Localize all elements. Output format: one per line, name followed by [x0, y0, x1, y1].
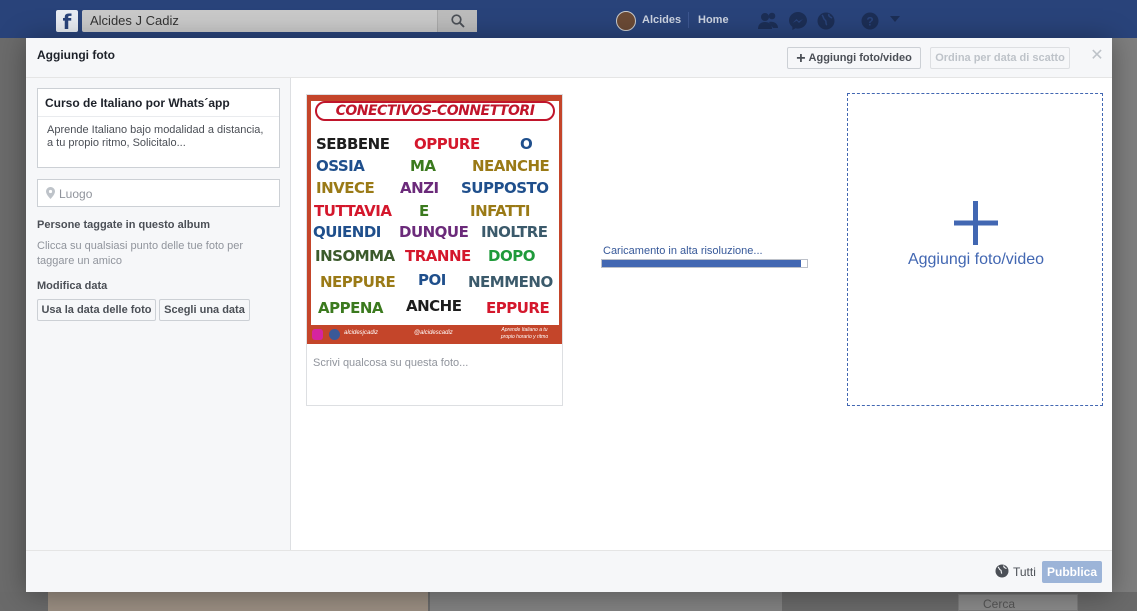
photo-word: O: [520, 135, 533, 153]
divider: [38, 116, 279, 117]
edit-date-heading: Modifica data: [37, 280, 108, 292]
album-details-panel: Curso de Italiano por Whats´app Aprende …: [26, 78, 291, 550]
globe-notifications-icon[interactable]: [816, 11, 836, 31]
photo-word: NEANCHE: [472, 157, 550, 175]
messenger-icon[interactable]: [788, 11, 808, 31]
chat-search-placeholder: Cerca: [983, 597, 1016, 611]
photo-word: MA: [410, 157, 436, 175]
photo-heading-text: CONECTIVOS-CONNETTORI: [315, 101, 555, 121]
home-link[interactable]: Home: [698, 14, 729, 26]
choose-date-button[interactable]: Scegli una data: [159, 299, 250, 321]
photo-word: APPENA: [318, 299, 384, 317]
facebook-icon: [329, 329, 340, 340]
photo-content: CONECTIVOS-CONNETTORI SEBBENE OPPURE O O…: [311, 101, 559, 325]
add-photos-dialog: Aggiungi foto + Aggiungi foto/video Ordin…: [26, 38, 1112, 592]
photo-footer-ig-handle: @alcidescadiz: [414, 330, 453, 336]
upload-progress-fill: [602, 260, 801, 267]
photo-word: INOLTRE: [481, 223, 548, 241]
publish-button[interactable]: Pubblica: [1042, 561, 1102, 583]
photo-word: DUNQUE: [399, 223, 469, 241]
add-photo-video-tile-label: Aggiungi foto/video: [907, 251, 1045, 268]
location-input[interactable]: Luogo: [37, 179, 280, 207]
photo-word: OPPURE: [414, 135, 480, 153]
globe-icon[interactable]: [995, 564, 1009, 578]
plus-icon: [954, 201, 998, 245]
instagram-icon: [312, 329, 323, 340]
help-icon[interactable]: ?: [860, 11, 880, 31]
photo-word: SUPPOSTO: [461, 179, 549, 197]
photo-word: INFATTI: [470, 202, 531, 220]
friend-requests-icon[interactable]: [757, 11, 778, 31]
dialog-footer: Tutti Pubblica: [26, 550, 1112, 592]
close-icon[interactable]: ✕: [1089, 48, 1105, 64]
photo-thumbnail[interactable]: CONECTIVOS-CONNETTORI SEBBENE OPPURE O O…: [307, 95, 562, 344]
upload-status-text: Caricamento in alta risoluzione...: [603, 245, 763, 257]
facebook-top-bar: f Alcides J Cadiz Alcides Home ?: [0, 0, 1137, 38]
photo-card[interactable]: CONECTIVOS-CONNETTORI SEBBENE OPPURE O O…: [306, 94, 563, 406]
album-info-box[interactable]: Curso de Italiano por Whats´app Aprende …: [37, 88, 280, 168]
search-bar[interactable]: Alcides J Cadiz: [82, 10, 477, 32]
dialog-header: Aggiungi foto + Aggiungi foto/video Ordin…: [26, 38, 1112, 78]
add-photo-video-tile[interactable]: Aggiungi foto/video: [847, 93, 1103, 406]
photo-word: E: [419, 202, 429, 220]
chat-search-input[interactable]: Cerca: [958, 594, 1078, 611]
profile-link[interactable]: Alcides: [642, 14, 681, 26]
photo-footer-strip: alcidesjcadiz @alcidescadiz Aprende Ital…: [307, 326, 562, 344]
photo-footer-fb-handle: alcidesjcadiz: [344, 330, 379, 336]
dialog-title: Aggiungi foto: [37, 48, 115, 62]
avatar[interactable]: [616, 11, 636, 31]
photo-word: SEBBENE: [316, 135, 390, 153]
svg-text:?: ?: [866, 15, 873, 29]
location-placeholder: Luogo: [59, 187, 93, 201]
location-pin-icon: [46, 187, 55, 199]
use-photo-date-button[interactable]: Usa la data delle foto: [37, 299, 156, 321]
add-photo-video-button[interactable]: + Aggiungi foto/video: [787, 47, 921, 69]
photo-word: DOPO: [488, 247, 535, 265]
plus-icon: +: [796, 50, 806, 67]
sort-by-date-button[interactable]: Ordina per data di scatto: [930, 47, 1070, 69]
background-post: [430, 592, 782, 611]
search-button[interactable]: [437, 10, 477, 32]
add-photo-video-label: Aggiungi foto/video: [808, 52, 912, 64]
album-description-field[interactable]: Aprende Italiano bajo modalidad a distan…: [47, 124, 272, 150]
nav-divider: [688, 12, 689, 28]
facebook-logo-icon[interactable]: f: [56, 10, 78, 34]
search-icon: [451, 14, 465, 28]
photo-word: INSOMMA: [315, 247, 395, 265]
photo-word: TRANNE: [405, 247, 471, 265]
photo-word: ANZI: [400, 179, 439, 197]
photo-footer-slogan: Aprende Italiano a tu propio horario y r…: [500, 327, 549, 340]
photo-word: NEPPURE: [320, 273, 396, 291]
upload-progress-bar: [601, 259, 808, 268]
tagged-people-heading: Persone taggate in questo album: [37, 219, 210, 231]
account-menu-caret-icon[interactable]: [890, 16, 910, 36]
photo-word: NEMMENO: [468, 273, 553, 291]
tagged-people-hint: Clicca su qualsiasi punto delle tue foto…: [37, 240, 244, 267]
privacy-selector[interactable]: Tutti: [1013, 565, 1036, 579]
photo-word: EPPURE: [486, 299, 550, 317]
photo-word: QUIENDI: [313, 223, 381, 241]
photo-caption-input[interactable]: Scrivi qualcosa su questa foto...: [313, 357, 468, 369]
photo-word: ANCHE: [406, 297, 462, 315]
photo-word: POI: [418, 271, 446, 289]
background-sidebar: [1112, 38, 1137, 611]
album-name-field[interactable]: Curso de Italiano por Whats´app: [45, 96, 230, 110]
photo-word: TUTTAVIA: [314, 202, 392, 220]
photo-word: OSSIA: [316, 157, 365, 175]
search-input[interactable]: Alcides J Cadiz: [90, 13, 179, 28]
photo-word: INVECE: [316, 179, 375, 197]
background-post: [48, 592, 428, 611]
